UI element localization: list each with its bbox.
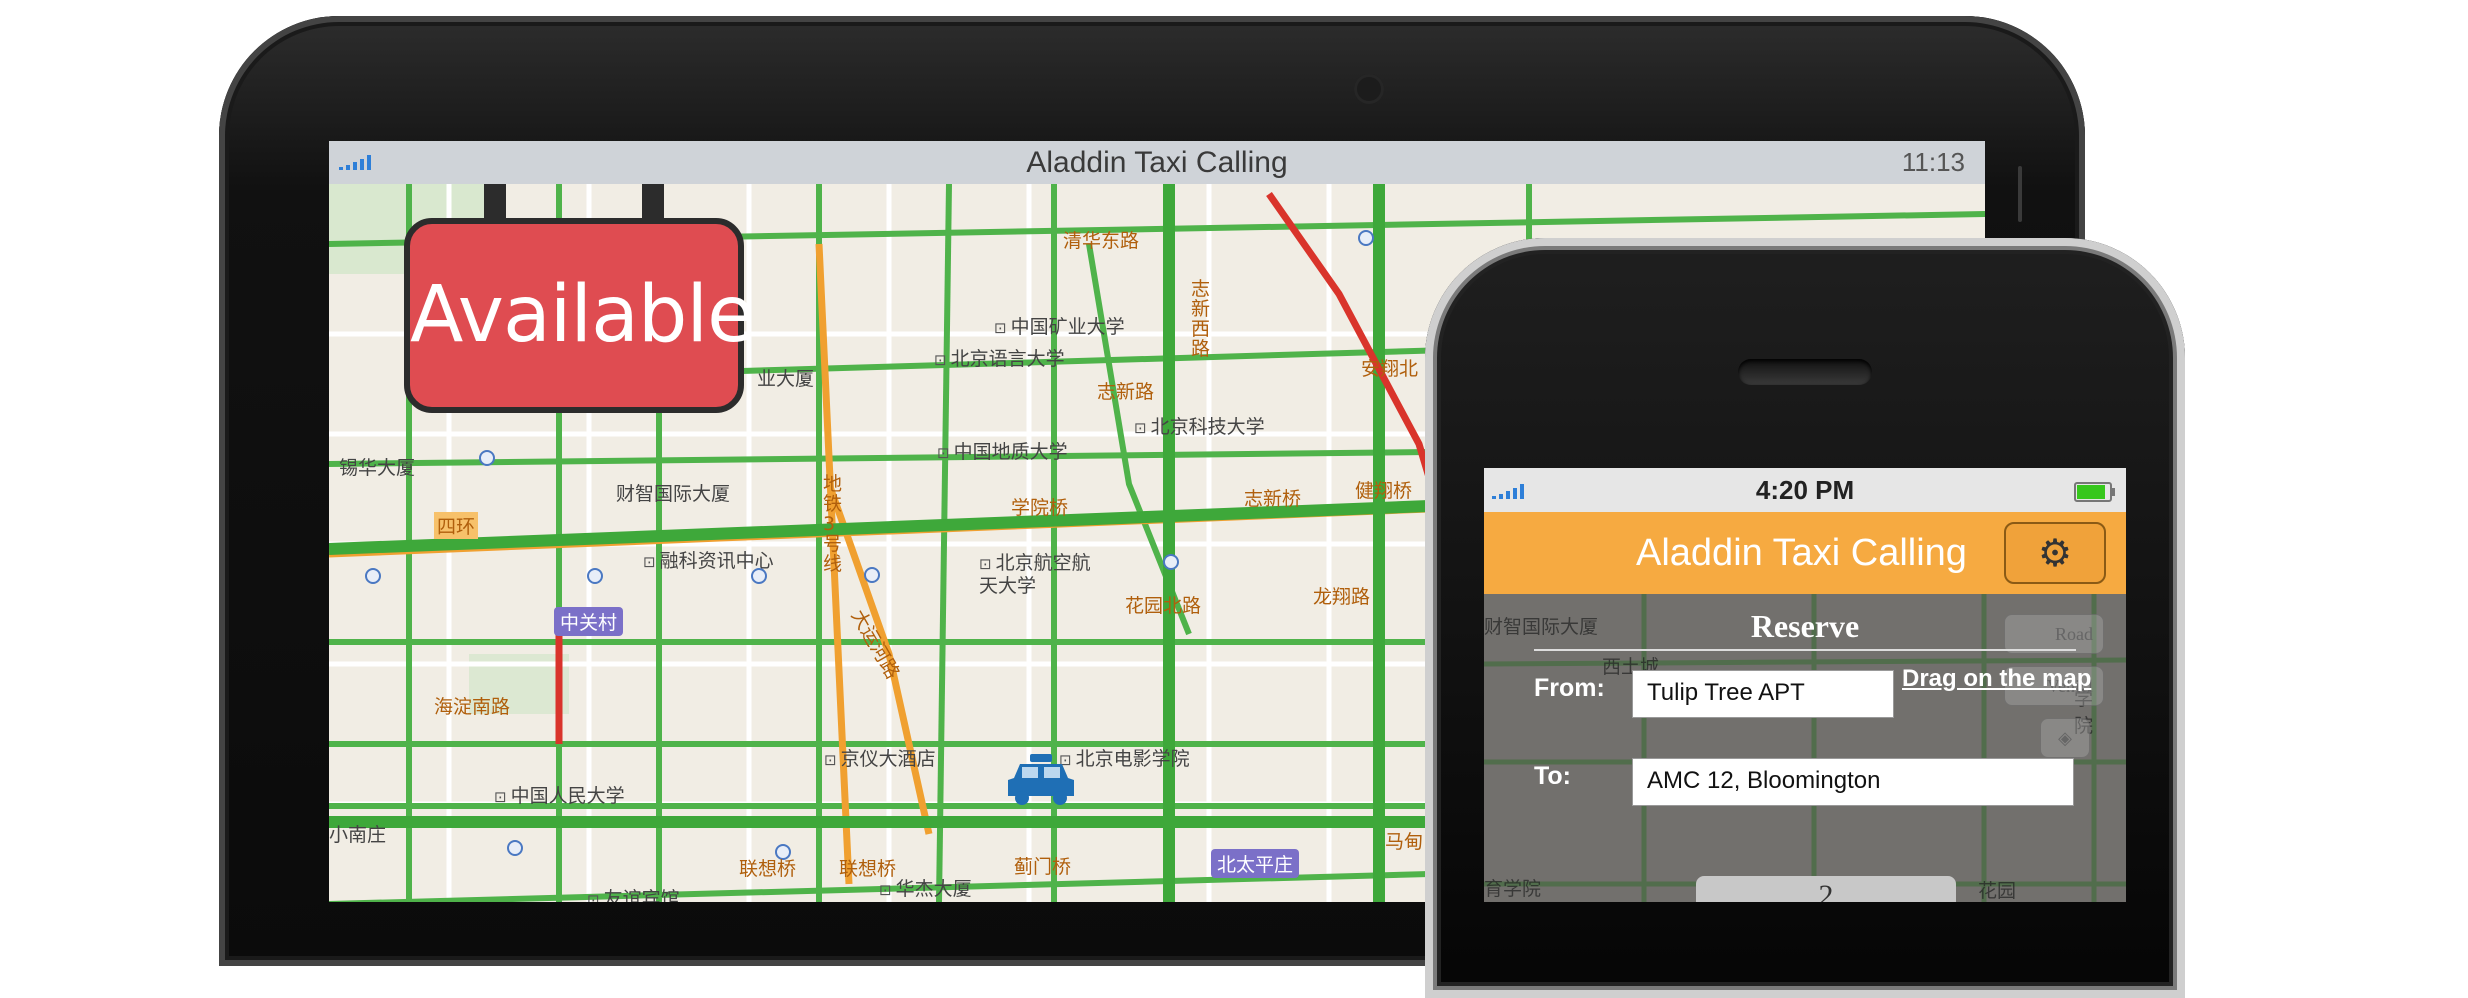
phone-clock: 4:20 PM xyxy=(1755,475,1855,505)
map-place-label: 育学院 xyxy=(1484,878,1542,900)
road-label: 志新桥 xyxy=(1244,488,1302,510)
locate-icon: ◈ xyxy=(2058,727,2072,748)
to-input[interactable]: AMC 12, Bloomington xyxy=(1632,758,2074,806)
tablet-side-button xyxy=(2018,166,2022,222)
reserve-heading: Reserve xyxy=(1750,608,1860,644)
road-label: 马甸 xyxy=(1385,831,1424,853)
locate-button[interactable]: ◈ xyxy=(2040,718,2090,758)
map-place-label: 京仪大酒店 xyxy=(824,744,936,771)
road-label: 安翔北 xyxy=(1361,358,1419,380)
passenger-count-picker[interactable]: 2 xyxy=(1696,876,1956,902)
map-place-label: 北京语言大学 xyxy=(934,344,1065,371)
gear-icon: ⚙ xyxy=(2037,532,2073,575)
map-place-label: 业大厦 xyxy=(757,368,815,390)
map-place-label: 中国人民大学 xyxy=(494,781,625,808)
road-label: 海淀南路 xyxy=(434,696,511,718)
map-place-label: 中国矿业大学 xyxy=(994,312,1125,339)
phone-status-bar: 4:20 PM xyxy=(1484,468,2126,512)
map-place-label: 华杰大厦 xyxy=(879,874,972,901)
sign-hanger xyxy=(642,184,664,220)
map-place-label: 融科资讯中心 xyxy=(643,546,774,573)
drag-link-text: Drag on the map xyxy=(1902,665,2092,692)
phone-map[interactable]: 财智国际大厦 西土城 育学院 花园 学院 Road Vehicl ◈ Reser… xyxy=(1484,594,2126,902)
battery-icon xyxy=(2074,482,2115,502)
availability-sign[interactable]: Available xyxy=(404,218,755,413)
road-label: 地铁3号线 xyxy=(823,473,843,575)
tablet-status-bar: Aladdin Taxi Calling 11:13 xyxy=(329,141,1985,185)
tablet-app-title: Aladdin Taxi Calling xyxy=(1026,146,1288,179)
road-label: 四环 xyxy=(434,512,479,539)
map-place-label: 锡华大厦 xyxy=(339,457,416,479)
map-place-label: 花园 xyxy=(1978,880,2017,902)
map-place-label: 北京科技大学 xyxy=(1134,412,1265,439)
sign-hanger xyxy=(484,184,506,220)
phone-screen: 4:20 PM Aladdin Taxi Calling ⚙ 财智国际大厦 西土… xyxy=(1484,468,2126,902)
drag-on-map-link[interactable]: Drag on the map xyxy=(1902,664,2102,694)
district-label: 北太平庄 xyxy=(1211,849,1300,878)
phone-speaker xyxy=(1738,359,1872,385)
map-place-label: 财智国际大厦 xyxy=(616,483,731,505)
road-label: 联想桥 xyxy=(739,858,797,880)
road-label: 学院桥 xyxy=(1011,497,1069,519)
settings-button[interactable]: ⚙ xyxy=(2004,522,2106,584)
road-label: 龙翔路 xyxy=(1313,586,1371,608)
road-label: 志新路 xyxy=(1097,381,1155,403)
from-input[interactable]: Tulip Tree APT xyxy=(1632,670,1894,718)
to-label: To: xyxy=(1534,762,1572,790)
map-place-label: 中国地质大学 xyxy=(937,437,1068,464)
from-label: From: xyxy=(1534,674,1605,702)
tablet-camera xyxy=(1354,74,1384,104)
road-label: 志新西路 xyxy=(1191,278,1211,360)
district-label: 中关村 xyxy=(554,607,624,636)
map-place-label: 友谊宾馆 xyxy=(587,884,680,902)
road-label: 清华东路 xyxy=(1063,230,1140,252)
road-label: 花园北路 xyxy=(1125,595,1202,617)
map-place-label: 北京电影学院 xyxy=(1059,744,1190,771)
road-label: 蓟门桥 xyxy=(1014,856,1072,878)
phone-app-title: Aladdin Taxi Calling xyxy=(1636,532,1967,574)
road-label: 健翔桥 xyxy=(1355,480,1413,502)
map-place-label: 小南庄 xyxy=(329,824,387,846)
tablet-clock: 11:13 xyxy=(1901,147,1965,177)
divider xyxy=(1534,649,2076,651)
map-place-label: 北京航空航天大学 xyxy=(979,552,1109,597)
phone-app-header: Aladdin Taxi Calling ⚙ xyxy=(1484,512,2126,594)
